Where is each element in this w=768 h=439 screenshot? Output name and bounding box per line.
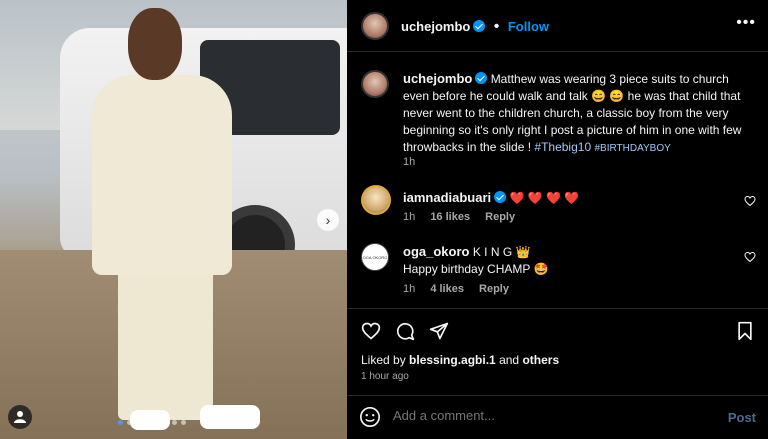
author-avatar[interactable]: [361, 12, 389, 40]
post-actions-bar: [347, 308, 768, 348]
carousel-dot: [163, 420, 168, 425]
comment-bubble-icon[interactable]: [395, 321, 415, 341]
caption-avatar[interactable]: [361, 70, 389, 98]
post-comment-button[interactable]: Post: [728, 410, 756, 425]
post-photo[interactable]: ›: [0, 0, 347, 439]
user-icon: [14, 411, 26, 423]
author-username[interactable]: uchejombo: [401, 19, 470, 34]
comment-likes[interactable]: 16 likes: [430, 211, 470, 223]
photo-boy-head: [128, 8, 182, 80]
commenter-avatar[interactable]: OGA OKORO: [361, 243, 389, 271]
caption-time: 1h: [403, 156, 416, 168]
carousel-dot: [145, 420, 150, 425]
hashtag-link[interactable]: #BIRTHDAYBOY: [594, 143, 670, 154]
verified-badge-icon: [494, 191, 507, 203]
add-comment-bar: Post: [347, 395, 768, 439]
carousel-dot: [154, 420, 159, 425]
comment-body: Happy birthday CHAMP 🤩: [403, 262, 549, 276]
photo-boy-legs: [118, 260, 213, 420]
reply-button[interactable]: Reply: [479, 283, 509, 295]
caption-username[interactable]: uchejombo: [403, 71, 472, 86]
commenter-username[interactable]: oga_okoro: [403, 244, 469, 259]
carousel-dot: [127, 420, 132, 425]
emoji-picker-icon[interactable]: [359, 406, 381, 428]
like-heart-icon[interactable]: [361, 321, 381, 341]
post-header: uchejombo • Follow •••: [347, 0, 768, 52]
share-send-icon[interactable]: [429, 321, 449, 341]
comment-body: ❤️ ❤️ ❤️ ❤️: [509, 191, 580, 205]
liked-by-suffix: and: [495, 353, 523, 367]
add-comment-input[interactable]: [393, 408, 693, 423]
comment-text: iamnadiabuari ❤️ ❤️ ❤️ ❤️: [403, 189, 733, 207]
more-options-icon[interactable]: •••: [736, 14, 756, 32]
liked-by-prefix: Liked by: [361, 353, 410, 367]
hashtag-link[interactable]: #Thebig10: [534, 140, 591, 154]
liked-by-others[interactable]: others: [522, 353, 559, 367]
comment-time: 1h: [403, 211, 416, 223]
carousel-dot: [172, 420, 177, 425]
post-timestamp: 1 hour ago: [361, 371, 409, 382]
like-comment-heart-icon[interactable]: [744, 195, 756, 207]
comment-time: 1h: [403, 283, 416, 295]
follow-button[interactable]: Follow: [508, 19, 549, 34]
save-bookmark-icon[interactable]: [736, 321, 754, 341]
carousel-dot: [118, 420, 123, 425]
carousel-next-button[interactable]: ›: [317, 209, 339, 231]
commenter-username[interactable]: iamnadiabuari: [403, 190, 491, 205]
verified-badge-icon: [473, 20, 486, 32]
commenter-badge: K I N G 👑: [472, 245, 531, 259]
comment-likes[interactable]: 4 likes: [430, 283, 464, 295]
comment-meta: 1h 4 likes Reply: [403, 283, 521, 295]
photo-shoe-right: [200, 405, 260, 429]
photo-boy-suit: [92, 75, 232, 275]
liked-by-user[interactable]: blessing.agbi.1: [409, 353, 496, 367]
separator-dot: •: [493, 18, 500, 35]
reply-button[interactable]: Reply: [485, 211, 515, 223]
post-detail-panel: uchejombo • Follow ••• uchejombo Matthew…: [347, 0, 768, 439]
comment-meta: 1h 16 likes Reply: [403, 211, 527, 223]
verified-badge-icon: [475, 72, 488, 84]
carousel-dot: [181, 420, 186, 425]
carousel-dots: [118, 420, 186, 425]
liked-by-line: Liked by blessing.agbi.1 and others: [361, 353, 559, 367]
commenter-avatar[interactable]: [361, 185, 391, 215]
comment-text: oga_okoro K I N G 👑 Happy birthday CHAMP…: [403, 243, 733, 278]
carousel-dot: [136, 420, 141, 425]
tagged-users-button[interactable]: [8, 405, 32, 429]
caption-text-block: uchejombo Matthew was wearing 3 piece su…: [403, 70, 753, 157]
like-comment-heart-icon[interactable]: [744, 251, 756, 263]
